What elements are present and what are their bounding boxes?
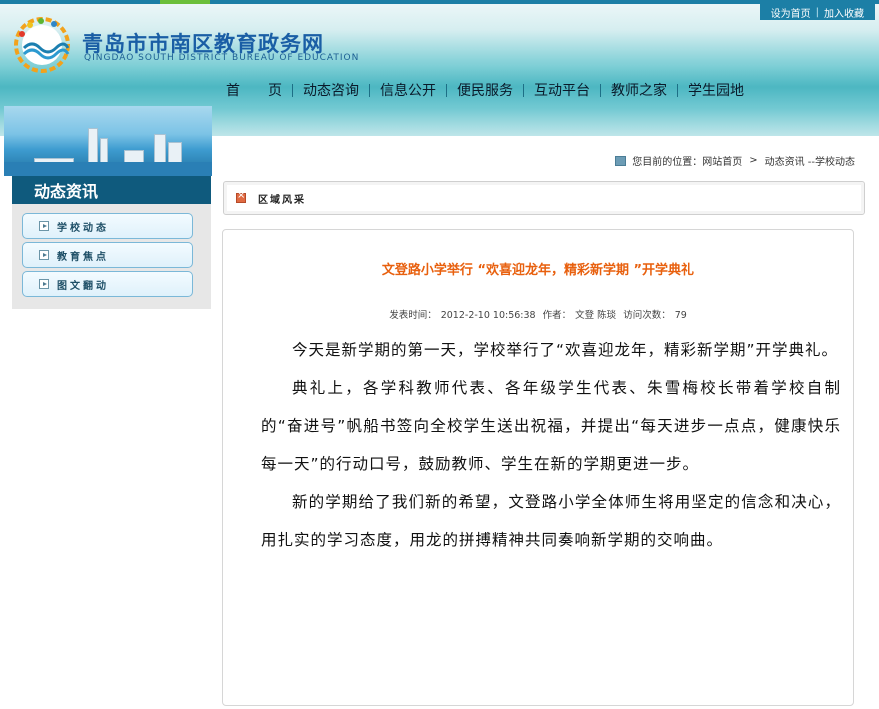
sidebar-item-label: 教育焦点 (57, 251, 109, 263)
breadcrumb-separator: > (749, 155, 758, 166)
breadcrumb-home-link[interactable]: 网站首页 (702, 153, 742, 168)
main-nav: 首 页 动态咨询 信息公开 便民服务 互动平台 教师之家 学生园地 (216, 79, 754, 101)
arrow-right-icon (39, 250, 49, 260)
section-label: 区域风采 (258, 194, 306, 206)
top-links: 设为首页 | 加入收藏 (759, 4, 875, 20)
article-title: 文登路小学举行 “欢喜迎龙年，精彩新学期 ”开学典礼 (381, 263, 695, 278)
section-header: 区域风采 (223, 181, 865, 215)
breadcrumb-prefix: 您目前的位置： (632, 157, 703, 168)
nav-item-news[interactable]: 动态咨询 (293, 80, 369, 100)
article-meta: 发表时间： 2012-2-10 10:56:38 作者： 文登 陈琰 访问次数： 79 (223, 307, 853, 321)
nav-item-students[interactable]: 学生园地 (678, 80, 754, 100)
city-banner-image (4, 106, 212, 176)
views-label: 访问次数： (623, 310, 671, 321)
set-homepage-link[interactable]: 设为首页 (766, 5, 816, 20)
content-top-curve (212, 136, 879, 146)
arrow-right-icon (39, 279, 49, 289)
nav-item-teachers[interactable]: 教师之家 (601, 80, 677, 100)
nav-item-public-service[interactable]: 便民服务 (447, 80, 523, 100)
nav-item-info-disclosure[interactable]: 信息公开 (370, 80, 446, 100)
sidebar-item-label: 图文翻动 (57, 280, 109, 292)
site-subtitle: QINGDAO SOUTH DISTRICT BUREAU OF EDUCATI… (84, 53, 360, 63)
breadcrumb-current[interactable]: 动态资讯 --学校动态 (765, 153, 855, 168)
article-panel: 文登路小学举行 “欢喜迎龙年，精彩新学期 ”开学典礼 发表时间： 2012-2-1… (222, 229, 854, 706)
breadcrumb: 您目前的位置： 网站首页 > 动态资讯 --学校动态 (615, 153, 855, 168)
published-label: 发表时间： (389, 310, 437, 321)
sidebar-item-photo-news[interactable]: 图文翻动 (22, 271, 193, 297)
sidebar-item-school-news[interactable]: 学校动态 (22, 213, 193, 239)
author-name: 文登 陈琰 (575, 310, 617, 321)
author-label: 作者： (542, 310, 572, 321)
article-body: 今天是新学期的第一天，学校举行了“欢喜迎龙年，精彩新学期”开学典礼。 典礼上，各… (261, 331, 841, 559)
sidebar-title: 动态资讯 (12, 176, 211, 204)
article-paragraph: 今天是新学期的第一天，学校举行了“欢喜迎龙年，精彩新学期”开学典礼。 (292, 341, 839, 359)
article-paragraph: 典礼上，各学科教师代表、各年级学生代表、朱雪梅校长带着学校自制的“奋进号”帆船书… (261, 379, 841, 473)
nav-item-interaction[interactable]: 互动平台 (524, 80, 600, 100)
location-icon (615, 155, 627, 166)
nav-item-home[interactable]: 首 页 (216, 80, 292, 100)
top-rule (0, 0, 879, 4)
sidebar: 动态资讯 学校动态 教育焦点 图文翻动 (12, 176, 211, 309)
article-paragraph: 新的学期给了我们新的希望，文登路小学全体师生将用坚定的信念和决心，用扎实的学习态… (261, 493, 841, 549)
add-favorite-link[interactable]: 加入收藏 (819, 5, 869, 20)
section-icon (236, 190, 246, 203)
sidebar-item-label: 学校动态 (57, 222, 109, 234)
arrow-right-icon (39, 221, 49, 231)
published-time: 2012-2-10 10:56:38 (440, 310, 536, 321)
sidebar-item-education-focus[interactable]: 教育焦点 (22, 242, 193, 268)
views-count: 79 (674, 310, 687, 321)
bureau-logo-icon[interactable] (10, 14, 76, 74)
